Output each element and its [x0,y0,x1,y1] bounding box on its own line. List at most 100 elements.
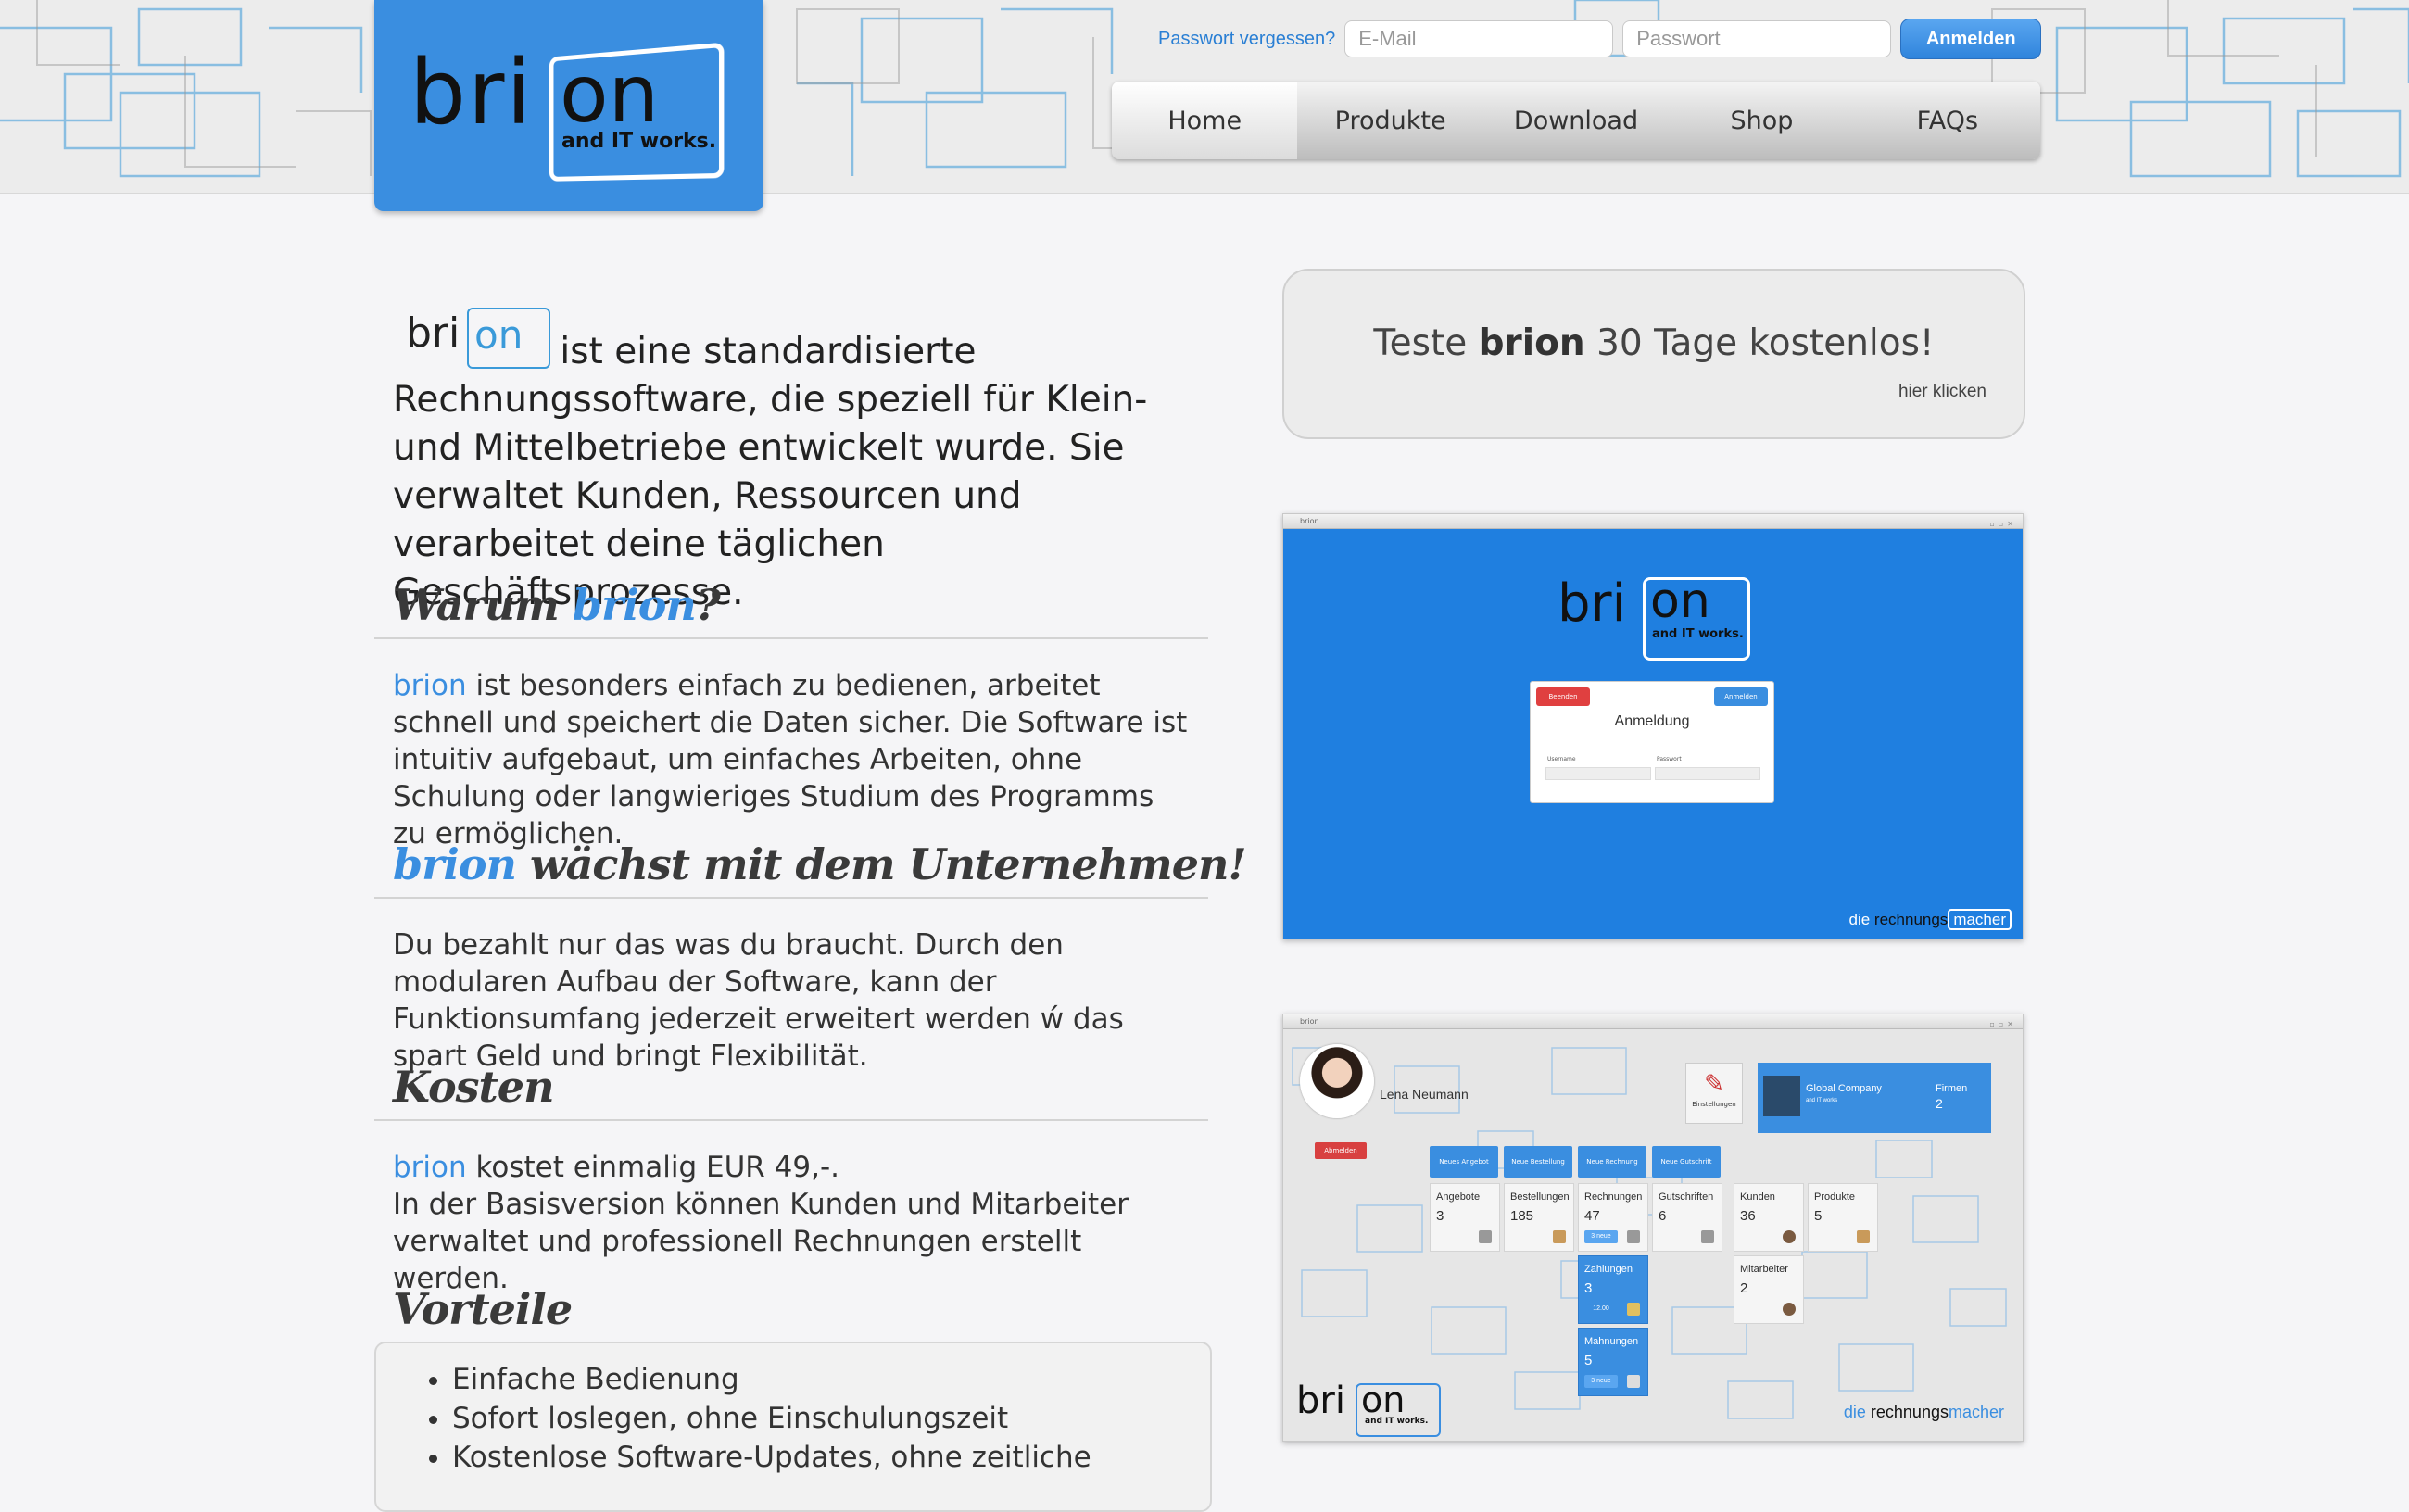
dashboard-logo-on: on [1361,1380,1406,1420]
vorteile-box: Einfache Bedienung Sofort loslegen, ohne… [374,1342,1212,1512]
window-titlebar: brion ▫▫✕ [1283,1014,2023,1029]
tile-label: Angebote [1436,1191,1481,1203]
tile-label: Kunden [1740,1191,1775,1203]
heading-warum-prefix: Warum [393,580,573,630]
login-button[interactable]: Anmelden [1900,19,2042,59]
tile-value: 5 [1814,1208,1823,1224]
tile-value: 36 [1740,1208,1756,1224]
inline-logo-on: on [474,312,523,358]
heading-vorteile: Vorteile [393,1284,573,1334]
trial-box[interactable]: Teste brion 30 Tage kostenlos! hier klic… [1282,269,2025,439]
settings-tile: ✎ Einstellungen [1685,1063,1743,1124]
trial-link[interactable]: hier klicken [1898,382,1986,402]
tile-value: 3 [1584,1280,1593,1296]
package-icon [1857,1230,1870,1243]
tile-value: 2 [1740,1280,1748,1296]
dashboard-screen: Lena Neumann Abmelden ✎ Einstellungen Gl… [1283,1029,2023,1441]
footer-rechnungs: rechnungs [1870,1403,1949,1421]
logout-button: Abmelden [1315,1142,1367,1159]
company-icon [1763,1076,1800,1116]
trial-brand: brion [1478,322,1585,364]
company-name: Global Company [1806,1083,1882,1094]
dashboard-footer-brand: die rechnungsmacher [1844,1403,2004,1422]
login-screen: bri on and IT works. Beenden Anmelden An… [1283,529,2023,939]
footer-die: die [1843,1403,1871,1421]
footer-rechnungs: rechnungs [1873,911,1949,928]
company-tile: Global Company and IT works Firmen 2 [1758,1063,1991,1133]
tile-kunden: Kunden 36 [1734,1183,1804,1252]
dashboard-logo: bri on and IT works. [1296,1380,1444,1437]
window-title: brion [1300,517,1319,525]
app-logo: bri on and IT works. [1558,568,1761,661]
divider [374,637,1208,639]
heading-warum-brand: brion [572,580,697,630]
bag-icon [1553,1230,1566,1243]
box-icon [1627,1230,1640,1243]
tile-produkte: Produkte 5 [1808,1183,1878,1252]
settings-label: Einstellungen [1692,1101,1736,1108]
list-item: Kostenlose Software-Updates, ohne zeitli… [452,1438,1210,1477]
person-icon [1783,1230,1796,1243]
nav-item-faqs[interactable]: FAQs [1855,82,2040,159]
nav-item-shop[interactable]: Shop [1669,82,1854,159]
tile-value: 6 [1659,1208,1667,1224]
tile-bestellungen: Bestellungen 185 [1504,1183,1574,1252]
screenshot-dashboard[interactable]: brion ▫▫✕ Lena Neumann Abmelden ✎ Einste… [1282,1014,2024,1442]
warum-body: ist besonders einfach zu bedienen, arbei… [393,669,1188,850]
kosten-brand-link[interactable]: brion [393,1151,467,1184]
username-input [1545,767,1651,780]
tile-label: Produkte [1814,1191,1856,1203]
screenshot-login[interactable]: brion ▫▫✕ bri on and IT works. Beenden A… [1282,513,2024,939]
app-login-button: Anmelden [1714,687,1768,706]
email-field[interactable]: E-Mail [1344,20,1614,57]
divider [374,897,1208,899]
footer-brand: die rechnungs macher [1848,909,2012,930]
intro-text: bri on ist eine standardisierte Rechnung… [393,308,1190,617]
dashboard-logo-tagline: and IT works. [1365,1417,1429,1426]
login-title: Anmeldung [1614,713,1690,729]
heading-kosten: Kosten [393,1062,555,1112]
new-order-button: Neue Bestellung [1504,1146,1572,1178]
tile-mitarbeiter: Mitarbeiter 2 [1734,1255,1804,1324]
new-credit-button: Neue Gutschrift [1652,1146,1721,1178]
brand-logo[interactable]: bri on and IT works. [374,0,763,211]
footer-die: die [1848,911,1874,928]
logo-text-on: on [560,48,660,141]
tile-value: 5 [1584,1353,1593,1368]
password-field[interactable]: Passwort [1622,20,1892,57]
app-logo-on: on [1650,573,1710,629]
waechst-text: Du bezahlt nur das was du braucht. Durch… [393,928,1124,1073]
dashboard-logo-bri: bri [1296,1380,1345,1422]
tile-label: Gutschriften [1659,1191,1714,1203]
warum-brand-link[interactable]: brion [393,669,467,702]
nav-item-produkte[interactable]: Produkte [1297,82,1482,159]
nav-item-home[interactable]: Home [1112,82,1298,159]
user-name: Lena Neumann [1380,1087,1469,1102]
tile-label: Mitarbeiter [1740,1264,1788,1275]
reminder-icon [1627,1375,1640,1388]
kosten-description: In der Basisversion können Kunden und Mi… [393,1188,1129,1295]
password-label: Passwort [1657,756,1682,762]
new-invoice-button: Neue Rechnung [1578,1146,1646,1178]
tile-label: Rechnungen [1584,1191,1643,1203]
warum-text: brion ist besonders einfach zu bedienen,… [393,667,1190,852]
forgot-password-link[interactable]: Passwort vergessen? [1158,29,1335,50]
tile-angebote: Angebote 3 [1430,1183,1500,1252]
tile-gutschriften: Gutschriften 6 [1652,1183,1722,1252]
tile-tag: 12.00 [1593,1305,1609,1312]
heading-waechst-brand: brion [393,839,517,889]
password-input [1655,767,1760,780]
login-bar: Passwort vergessen? E-Mail Passwort Anme… [1158,19,2042,59]
cancel-button: Beenden [1536,687,1590,706]
logo-tagline: and IT works. [561,130,717,153]
avatar [1300,1044,1374,1118]
footer-macher: macher [1948,909,2012,930]
window-titlebar: brion ▫▫✕ [1283,514,2023,529]
nav-item-download[interactable]: Download [1483,82,1669,159]
firmen-value: 2 [1936,1096,1943,1111]
trial-prefix: Teste [1373,322,1479,364]
tile-zahlungen: Zahlungen 3 12.00 [1578,1255,1648,1324]
inline-logo-bri: bri [406,309,460,357]
firmen-label: Firmen [1936,1083,1968,1094]
tile-label: Bestellungen [1510,1191,1570,1203]
